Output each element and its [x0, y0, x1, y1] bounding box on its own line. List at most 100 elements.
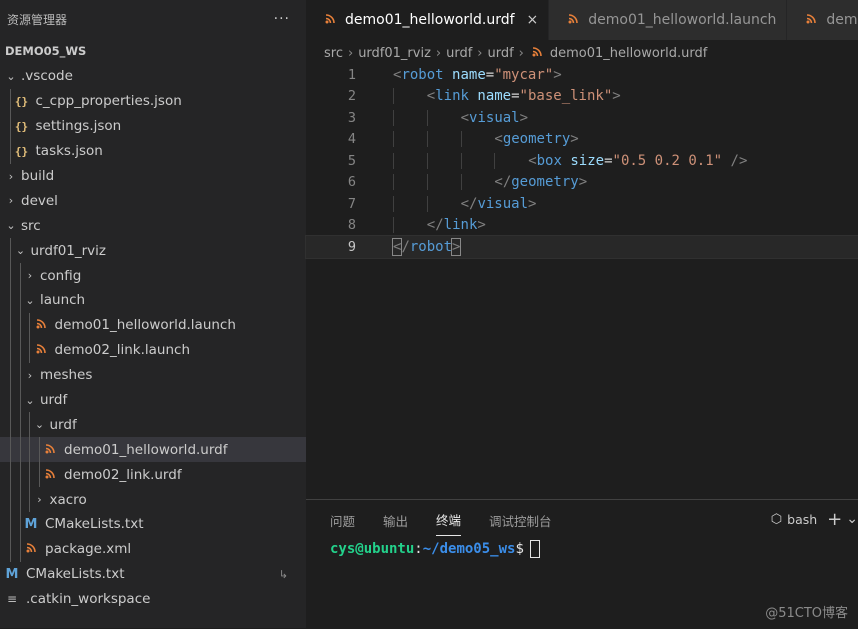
code-text: </visual>: [385, 195, 536, 212]
indent-guide: [38, 462, 40, 488]
indent-guide: [393, 152, 394, 169]
code-token: visual: [469, 109, 520, 126]
panel-tab[interactable]: 输出: [383, 503, 408, 536]
indent-guide: [10, 362, 11, 388]
indent-guide: [10, 437, 11, 463]
breadcrumb-item[interactable]: urdf: [487, 46, 513, 61]
code-token: link: [435, 88, 469, 105]
chevron-down-icon: ⌄: [6, 69, 16, 83]
chevron-down-icon[interactable]: ⌄: [846, 511, 858, 527]
indent-guide: [29, 312, 30, 338]
tree-file[interactable]: demo02_link.launch: [0, 337, 306, 363]
code-token: >: [519, 109, 529, 126]
line-number: 3: [347, 109, 356, 126]
tree-folder[interactable]: ⌄ urdf: [0, 412, 306, 438]
code-token: robot: [409, 238, 453, 255]
tree-file[interactable]: package.xml: [0, 536, 306, 562]
breadcrumb-separator: ›: [347, 45, 354, 61]
tree-file[interactable]: ≡ .catkin_workspace: [0, 587, 306, 612]
tree-folder[interactable]: › xacro: [0, 487, 306, 513]
code-text: <box size="0.5 0.2 0.1" />: [385, 152, 747, 169]
breadcrumb-item[interactable]: urdf: [446, 46, 472, 61]
editor-tab[interactable]: demo01_helloworld.urdf ×: [306, 0, 550, 40]
panel-tabs: 问题 输出 终端 调试控制台 ⬡ bash + ⌄: [306, 500, 858, 538]
breadcrumb-item[interactable]: demo01_helloworld.urdf: [550, 46, 707, 61]
code-token: <: [426, 88, 436, 105]
tree-file[interactable]: {} tasks.json: [0, 138, 306, 164]
terminal[interactable]: cys@ubuntu:~/demo05_ws$: [306, 538, 858, 558]
code-line: 3 <visual>: [306, 107, 858, 129]
prompt-sep: :: [414, 541, 423, 557]
panel-tab[interactable]: 终端: [436, 502, 462, 536]
terminal-shell-selector[interactable]: ⬡ bash: [771, 512, 817, 527]
indent-guide: [19, 437, 21, 463]
tree-item-label: src: [21, 217, 41, 234]
editor-tab[interactable]: demo01_helloworld.launch: [549, 0, 788, 40]
editor-tab[interactable]: demo: [787, 0, 858, 40]
indent-guide: [19, 288, 21, 313]
line-number: 5: [347, 152, 356, 169]
tree-folder[interactable]: › config: [0, 263, 306, 289]
code-token: <: [494, 131, 503, 148]
code-token: robot: [401, 66, 444, 83]
code-text: </geometry>: [385, 174, 587, 191]
chevron-right-icon: ›: [8, 169, 14, 183]
rss-file-icon: [322, 13, 338, 27]
tree-item-label: CMakeLists.txt: [26, 566, 125, 583]
line-number: 9: [347, 238, 356, 255]
tree-folder[interactable]: › build: [0, 164, 306, 189]
breadcrumb-item[interactable]: src: [324, 46, 343, 61]
tree-item-label: build: [21, 168, 55, 184]
indent-guide: [393, 195, 394, 212]
chevron-right-icon: ›: [27, 269, 33, 283]
json-file-icon: {}: [14, 119, 29, 133]
indent-guide: [19, 412, 21, 438]
code-line: 6 </geometry>: [306, 172, 858, 194]
prompt-dollar: $: [515, 541, 524, 557]
panel-tab[interactable]: 调试控制台: [489, 503, 552, 536]
watermark: @51CTO博客: [765, 606, 848, 621]
line-number: 7: [347, 195, 356, 212]
indent-guide: [10, 512, 11, 537]
tree-folder[interactable]: ⌄ urdf: [0, 387, 306, 413]
tree-folder[interactable]: ⌄ .vscode: [0, 64, 306, 89]
tree-folder[interactable]: ⌄ src: [0, 213, 306, 238]
indent-guide: [393, 217, 394, 234]
indent-guide: [393, 88, 394, 105]
tree-file[interactable]: demo01_helloworld.launch: [0, 312, 306, 338]
tree-folder[interactable]: ⌄ launch: [0, 288, 306, 313]
tree-folder[interactable]: ⌄ urdf01_rviz: [0, 238, 306, 264]
cmake-file-icon: M: [24, 516, 38, 532]
code-token: geometry: [502, 131, 571, 148]
code-token: >: [570, 131, 579, 148]
workspace-section-header[interactable]: DEMO05_WS: [0, 38, 306, 64]
tree-file[interactable]: {} c_cpp_properties.json: [0, 88, 306, 114]
tree-file[interactable]: M CMakeLists.txt: [0, 512, 306, 537]
code-line: 4 <geometry>: [306, 129, 858, 151]
code-line: 7 </visual>: [306, 193, 858, 215]
tab-label: demo01_helloworld.urdf: [345, 12, 515, 28]
line-number: 4: [347, 131, 356, 148]
tree-file[interactable]: demo02_link.urdf: [0, 462, 306, 488]
code-token: =: [485, 66, 495, 83]
indent-guide: [38, 437, 40, 463]
panel-tab[interactable]: 问题: [330, 503, 355, 536]
tree-item-label: demo02_link.launch: [54, 342, 191, 359]
close-icon[interactable]: ×: [527, 12, 539, 28]
add-terminal-icon[interactable]: +: [827, 509, 842, 530]
breadcrumb-item[interactable]: urdf01_rviz: [358, 46, 431, 61]
tree-item-label: urdf01_rviz: [30, 242, 107, 259]
chevron-down-icon: ⌄: [25, 293, 35, 307]
tree-folder[interactable]: › meshes: [0, 362, 306, 388]
tree-folder[interactable]: › devel: [0, 188, 306, 213]
breadcrumb-separator: ›: [477, 45, 483, 61]
code-editor[interactable]: 1 <robot name="mycar"> 2 <link name="base_l…: [305, 64, 858, 264]
ellipsis-icon[interactable]: ···: [274, 11, 290, 27]
tree-file[interactable]: {} settings.json: [0, 113, 306, 139]
indent-guide: [19, 312, 21, 338]
json-file-icon: {}: [14, 94, 29, 108]
indent-guide: [10, 312, 11, 338]
tree-file[interactable]: demo01_helloworld.urdf: [0, 437, 306, 463]
tree-file[interactable]: M CMakeLists.txt ↳: [0, 562, 306, 587]
